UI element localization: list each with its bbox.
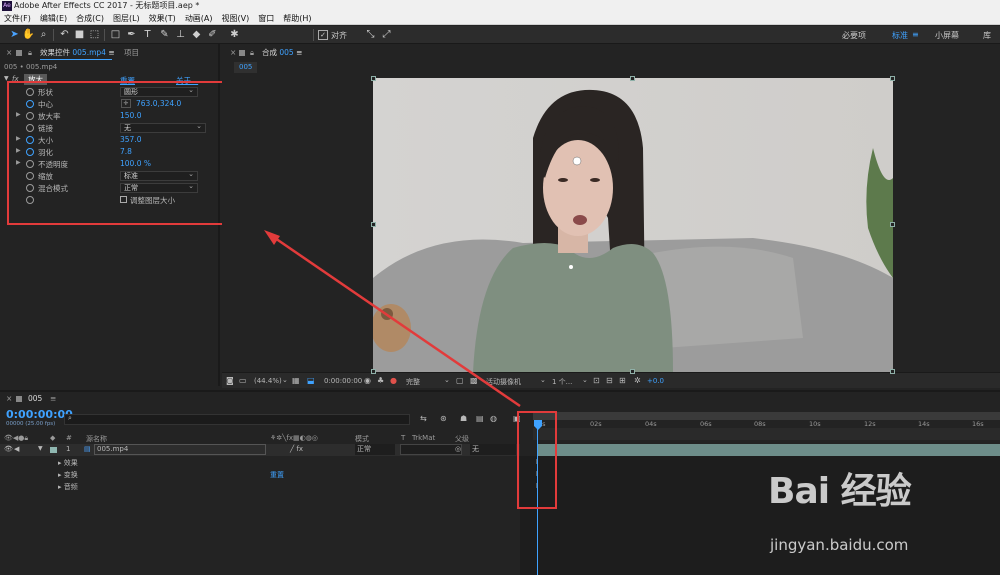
baidu-watermark-brand: Bai 经验 [768,471,912,512]
baidu-watermark-url: jingyan.baidu.com [770,536,909,554]
